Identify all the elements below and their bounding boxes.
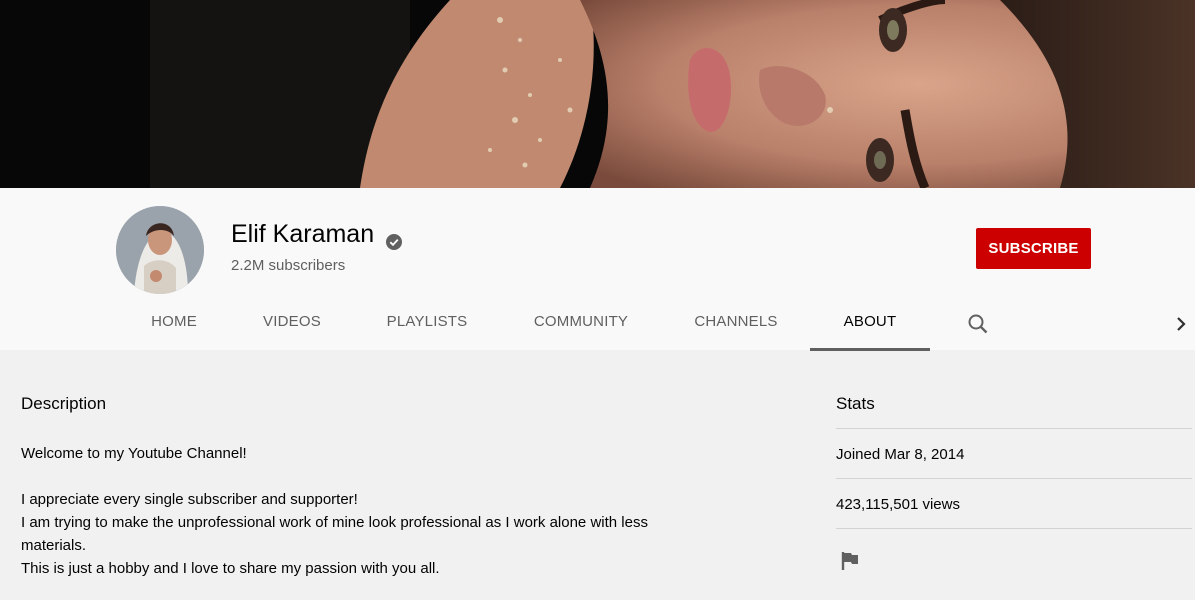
stats-divider (836, 528, 1192, 530)
channel-title-row: Elif Karaman (231, 220, 403, 250)
description-line: This is just a hobby and I love to share… (21, 560, 440, 577)
tab-community[interactable]: COMMUNITY (521, 300, 641, 348)
flag-icon[interactable] (840, 550, 860, 572)
stat-views: 423,115,501 views (836, 478, 1192, 529)
avatar-image (116, 206, 204, 294)
channel-banner (0, 0, 1195, 188)
stat-joined: Joined Mar 8, 2014 (836, 428, 1192, 479)
tab-home[interactable]: HOME (140, 300, 208, 348)
stats-heading: Stats (836, 394, 875, 413)
joined-date: Joined Mar 8, 2014 (836, 446, 965, 463)
subscriber-count: 2.2M subscribers (231, 257, 346, 274)
about-content: Description Welcome to my Youtube Channe… (0, 350, 1195, 600)
description-line: I am trying to make the unprofessional w… (21, 514, 648, 554)
tab-about[interactable]: ABOUT (810, 300, 930, 351)
subscribe-button[interactable]: SUBSCRIBE (976, 228, 1091, 269)
description-heading: Description (21, 394, 107, 413)
channel-tabs: HOME VIDEOS PLAYLISTS COMMUNITY CHANNELS… (0, 300, 1195, 351)
channel-name: Elif Karaman (231, 220, 375, 248)
search-icon[interactable] (966, 312, 990, 336)
description-line: I appreciate every single subscriber and… (21, 491, 358, 508)
tab-channels[interactable]: CHANNELS (682, 300, 790, 348)
chevron-right-icon[interactable] (1172, 312, 1192, 336)
channel-header: Elif Karaman 2.2M subscribers SUBSCRIBE … (0, 188, 1195, 351)
description-line: Welcome to my Youtube Channel! (21, 445, 247, 462)
tab-playlists[interactable]: PLAYLISTS (374, 300, 480, 348)
description-text: Welcome to my Youtube Channel! I appreci… (21, 442, 701, 580)
tab-videos[interactable]: VIDEOS (252, 300, 332, 348)
description-gap (21, 465, 701, 488)
channel-avatar[interactable] (116, 206, 204, 294)
view-count: 423,115,501 views (836, 496, 960, 513)
banner-image (0, 0, 1195, 188)
verified-badge-icon (386, 228, 403, 250)
